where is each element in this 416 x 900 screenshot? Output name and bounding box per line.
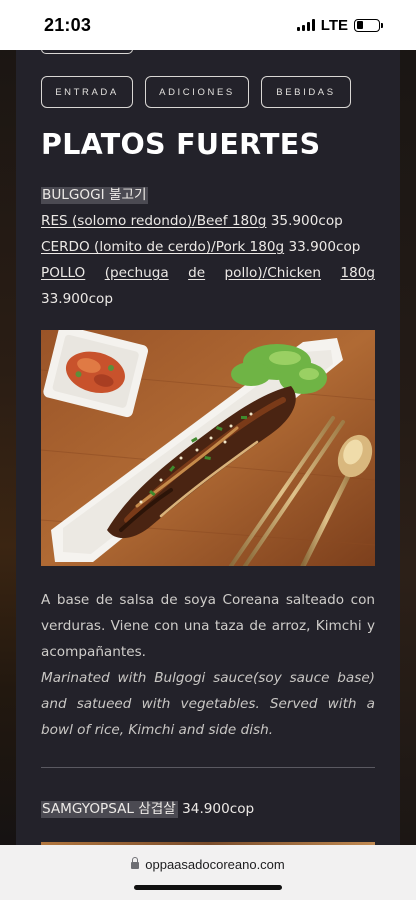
option-chicken-word: (pechuga xyxy=(104,265,169,281)
next-dish: SAMGYOPSAL 삼겹살 34.900cop xyxy=(41,797,255,818)
next-dish-price: 34.900cop xyxy=(182,801,255,817)
tab-bebidas[interactable]: BEBIDAS xyxy=(261,76,351,108)
option-pork-price: 33.900cop xyxy=(288,239,361,255)
description-spanish: A base de salsa de soya Coreana salteado… xyxy=(41,592,375,660)
option-chicken-word: pollo)/Chicken xyxy=(224,265,321,281)
home-indicator[interactable] xyxy=(134,885,282,890)
signal-icon xyxy=(296,19,315,31)
next-dish-name: SAMGYOPSAL 삼겹살 xyxy=(41,801,178,818)
tab-entrada[interactable]: ENTRADA xyxy=(41,76,133,108)
option-beef-label: RES (solomo redondo)/Beef 180g xyxy=(41,213,267,229)
description-english: Marinated with Bulgogi sauce(soy sauce b… xyxy=(41,670,375,738)
tab-adiciones[interactable]: ADICIONES xyxy=(145,76,249,108)
previous-button-edge[interactable] xyxy=(41,50,133,54)
status-indicators: LTE xyxy=(296,16,383,34)
network-label: LTE xyxy=(320,16,348,34)
dish-description: A base de salsa de soya Coreana salteado… xyxy=(41,587,375,743)
section-title: PLATOS FUERTES xyxy=(41,128,321,161)
option-chicken-word: POLLO xyxy=(41,265,86,281)
option-chicken-word: 180g xyxy=(340,265,375,281)
status-time: 21:03 xyxy=(44,14,92,35)
status-bar: 21:03 LTE xyxy=(0,0,416,50)
option-chicken: POLLO (pechuga de pollo)/Chicken 180g xyxy=(41,260,375,286)
lock-icon xyxy=(131,857,140,869)
url-display[interactable]: oppaasadocoreano.com xyxy=(0,857,416,872)
dish-info: BULGOGI 불고기 RES (solomo redondo)/Beef 18… xyxy=(41,182,375,312)
battery-icon xyxy=(354,18,383,32)
option-beef-price: 35.900cop xyxy=(270,213,343,229)
divider xyxy=(41,767,375,768)
option-beef: RES (solomo redondo)/Beef 180g 35.900cop xyxy=(41,208,375,234)
background-right xyxy=(400,50,416,850)
url-text: oppaasadocoreano.com xyxy=(145,857,285,872)
menu-panel[interactable]: ENTRADA ADICIONES BEBIDAS PLATOS FUERTES… xyxy=(16,50,400,850)
dish-name: BULGOGI 불고기 xyxy=(41,187,149,204)
option-chicken-word: de xyxy=(188,265,206,281)
option-chicken-price: 33.900cop xyxy=(41,291,113,307)
dish-photo xyxy=(41,330,375,566)
battery-level xyxy=(356,21,363,29)
background-left xyxy=(0,50,16,850)
browser-address-bar[interactable]: oppaasadocoreano.com xyxy=(0,845,416,900)
category-tabs: ENTRADA ADICIONES BEBIDAS xyxy=(41,76,351,108)
option-pork-label: CERDO (lomito de cerdo)/Pork 180g xyxy=(41,239,285,255)
option-pork: CERDO (lomito de cerdo)/Pork 180g 33.900… xyxy=(41,234,375,260)
